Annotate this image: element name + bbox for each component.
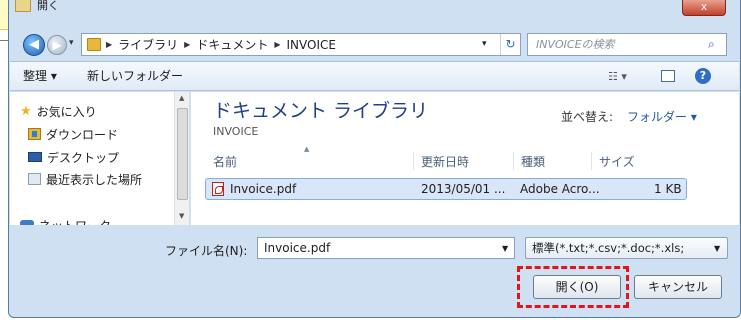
preview-pane-icon[interactable]	[661, 70, 675, 82]
search-icon[interactable]: ⌕	[708, 34, 715, 55]
help-icon[interactable]: ?	[695, 68, 711, 84]
chevron-down-icon[interactable]: ▼	[714, 244, 720, 253]
sort-by-dropdown[interactable]: フォルダー ▾	[627, 108, 697, 125]
breadcrumb-documents[interactable]: ドキュメント	[196, 36, 268, 53]
pdf-file-icon	[212, 182, 224, 196]
scroll-down-icon[interactable]: ▼	[179, 212, 184, 220]
library-subtitle: INVOICE	[213, 125, 259, 138]
file-size: 1 KB	[654, 182, 682, 196]
nav-item-label: ネットワーク	[39, 217, 111, 226]
address-bar[interactable]: ▶ ライブラリ ▶ ドキュメント ▶ INVOICE ▾ ↻	[81, 33, 521, 56]
forward-arrow-icon: ▶	[52, 38, 62, 52]
chevron-right-icon: ▶	[106, 40, 113, 49]
filename-field[interactable]: Invoice.pdf ▼	[257, 237, 515, 259]
file-type-filter-value: 標準(*.txt;*.csv;*.doc;*.xls;	[532, 241, 685, 255]
network-icon	[20, 220, 34, 225]
new-folder-button[interactable]: 新しいフォルダー	[87, 62, 183, 90]
nav-item-label: お気に入り	[36, 104, 97, 119]
back-arrow-icon: ◀	[29, 37, 39, 52]
open-button-highlight	[517, 266, 629, 308]
scroll-thumb[interactable]	[177, 108, 188, 200]
column-divider[interactable]	[513, 152, 514, 170]
dialog-title: 開く	[37, 0, 59, 12]
command-bar: 整理 ▾ 新しいフォルダー ☷ ▾ ?	[10, 61, 739, 91]
sort-label: 並べ替え:	[561, 110, 614, 124]
chevron-right-icon: ▶	[274, 40, 281, 49]
forward-button[interactable]: ▶	[47, 35, 67, 55]
close-button[interactable]: x	[682, 0, 726, 16]
column-divider[interactable]	[413, 152, 414, 170]
cancel-button[interactable]: キャンセル	[634, 275, 722, 299]
download-folder-icon	[28, 128, 41, 140]
scroll-up-icon[interactable]: ▲	[179, 94, 184, 102]
file-type: Adobe Acro...	[520, 182, 600, 196]
filename-value: Invoice.pdf	[264, 241, 331, 255]
column-header-modified[interactable]: 更新日時	[421, 153, 469, 170]
file-name: Invoice.pdf	[230, 182, 297, 196]
filename-label: ファイル名(N):	[165, 244, 248, 258]
nav-item-downloads[interactable]: ダウンロード	[28, 125, 118, 143]
breadcrumb-invoice[interactable]: INVOICE	[287, 38, 336, 52]
chevron-right-icon: ▶	[184, 40, 191, 49]
file-row[interactable]: Invoice.pdf 2013/05/01 ... Adobe Acro...…	[205, 178, 687, 200]
open-dialog: 開く x ◀ ▶ ▾ ▶ ライブラリ ▶ ドキュメント ▶ INVOICE ▾ …	[8, 0, 741, 318]
organize-button[interactable]: 整理 ▾	[23, 62, 57, 90]
recent-places-icon	[28, 173, 41, 185]
nav-item-desktop[interactable]: デスクトップ	[28, 148, 119, 166]
search-input[interactable]: INVOICEの検索 ⌕	[527, 33, 727, 56]
library-title: ドキュメント ライブラリ	[213, 100, 429, 122]
desktop-icon	[28, 152, 42, 162]
nav-item-network[interactable]: ネットワーク	[20, 216, 111, 225]
chevron-down-icon[interactable]: ▼	[502, 244, 508, 253]
nav-item-recent-places[interactable]: 最近表示した場所	[28, 170, 142, 188]
breadcrumb: ▶ ライブラリ ▶ ドキュメント ▶ INVOICE	[106, 34, 336, 55]
view-options-button[interactable]: ☷ ▾	[608, 70, 627, 83]
sort-ascending-icon: ▲	[304, 145, 310, 153]
nav-item-label: 最近表示した場所	[46, 172, 143, 187]
library-folder-icon	[87, 38, 101, 51]
file-type-filter-select[interactable]: 標準(*.txt;*.csv;*.doc;*.xls; ▼	[525, 237, 728, 259]
file-list-pane: ドキュメント ライブラリ INVOICE 並べ替え: フォルダー ▾ ▲ 名前 …	[191, 92, 739, 225]
address-dropdown[interactable]: ▾	[482, 39, 487, 49]
column-header-name[interactable]: 名前	[213, 153, 237, 170]
back-button[interactable]: ◀	[23, 34, 45, 56]
nav-scrollbar[interactable]: ▲ ▼	[174, 92, 189, 225]
file-modified: 2013/05/01 ...	[421, 182, 506, 196]
address-row: ◀ ▶ ▾ ▶ ライブラリ ▶ ドキュメント ▶ INVOICE ▾ ↻ INV…	[9, 30, 740, 60]
nav-item-label: デスクトップ	[47, 150, 120, 165]
refresh-button[interactable]: ↻	[500, 34, 520, 55]
star-icon: ★	[20, 103, 32, 119]
nav-item-label: ダウンロード	[46, 127, 119, 142]
navigation-pane: ★ お気に入り ダウンロード デスクトップ 最近表示した場所 ネットワーク ▲ …	[10, 92, 190, 225]
column-header-size[interactable]: サイズ	[599, 153, 635, 170]
nav-item-favorites[interactable]: ★ お気に入り	[20, 102, 97, 120]
breadcrumb-library[interactable]: ライブラリ	[118, 36, 178, 53]
column-header-type[interactable]: 種類	[521, 153, 545, 170]
recent-locations-dropdown[interactable]: ▾	[69, 38, 74, 48]
folder-icon	[15, 0, 31, 12]
column-divider[interactable]	[591, 152, 592, 170]
search-placeholder: INVOICEの検索	[536, 38, 615, 51]
